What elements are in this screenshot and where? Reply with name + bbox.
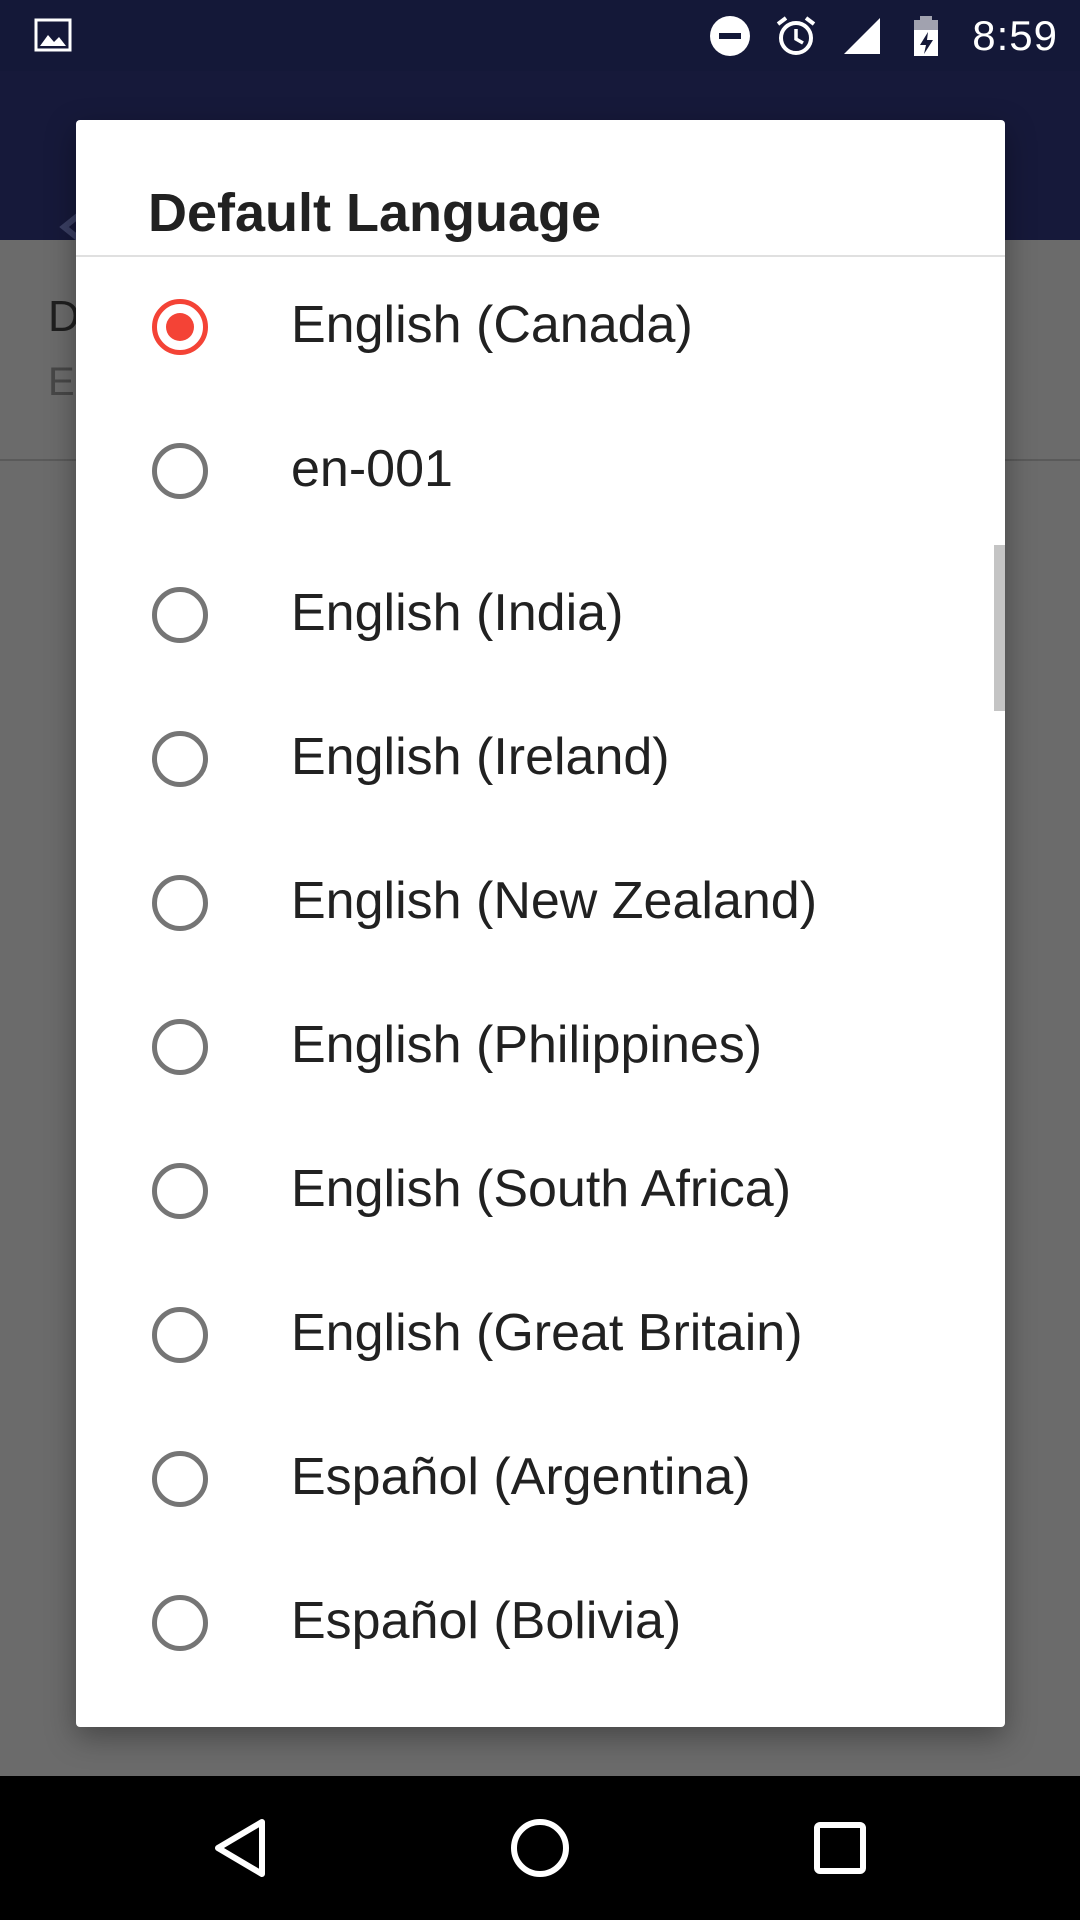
- language-option-label: English (Canada): [291, 296, 693, 354]
- language-option-label: English (Philippines): [291, 1016, 763, 1074]
- language-option[interactable]: Español (Bolivia): [76, 1553, 1005, 1697]
- language-option-label: English (South Africa): [291, 1160, 792, 1218]
- language-option-label: Español (Bolivia): [291, 1592, 682, 1650]
- signal-icon: [844, 17, 881, 54]
- radio-button[interactable]: [152, 731, 208, 787]
- language-option[interactable]: en-001: [76, 401, 1005, 545]
- back-icon: [215, 1819, 265, 1877]
- language-option[interactable]: English (Ireland): [76, 689, 1005, 833]
- nav-home-button[interactable]: [460, 1776, 620, 1920]
- language-option-label: English (New Zealand): [291, 872, 818, 930]
- radio-button[interactable]: [152, 1163, 208, 1219]
- language-option-list[interactable]: English (Canada) en-001 English (India) …: [76, 257, 1005, 1697]
- navigation-bar: [0, 1776, 1080, 1920]
- language-option[interactable]: English (India): [76, 545, 1005, 689]
- alarm-icon: [777, 15, 816, 55]
- status-icons: 8:59: [708, 0, 1058, 71]
- radio-button[interactable]: [152, 1307, 208, 1363]
- radio-button[interactable]: [152, 1451, 208, 1507]
- home-icon: [511, 1819, 569, 1877]
- language-option-label: English (Great Britain): [291, 1304, 803, 1362]
- preference-summary: E: [48, 360, 75, 404]
- language-option-label: en-001: [291, 440, 453, 498]
- language-option-label: English (Ireland): [291, 728, 670, 786]
- radio-button[interactable]: [152, 587, 208, 643]
- radio-button-checked[interactable]: [152, 299, 208, 355]
- language-dialog: Default Language English (Canada) en-001…: [76, 120, 1005, 1727]
- language-option[interactable]: Español (Argentina): [76, 1409, 1005, 1553]
- language-option-label: Español (Argentina): [291, 1448, 751, 1506]
- nav-back-button[interactable]: [160, 1776, 320, 1920]
- language-option[interactable]: English (Philippines): [76, 977, 1005, 1121]
- radio-button[interactable]: [152, 1019, 208, 1075]
- screen: 8:59 D E Default Language English (Canad…: [0, 0, 1080, 1920]
- image-icon: [34, 18, 72, 52]
- nav-recents-button[interactable]: [760, 1776, 920, 1920]
- language-option[interactable]: English (Great Britain): [76, 1265, 1005, 1409]
- language-option[interactable]: English (South Africa): [76, 1121, 1005, 1265]
- do-not-disturb-icon: [710, 15, 751, 56]
- scrollbar-thumb[interactable]: [994, 545, 1005, 711]
- language-option-label: English (India): [291, 584, 624, 642]
- status-bar: 8:59: [0, 0, 1080, 71]
- radio-button[interactable]: [152, 875, 208, 931]
- clock-time: 8:59: [972, 11, 1058, 59]
- language-option[interactable]: English (New Zealand): [76, 833, 1005, 977]
- radio-button[interactable]: [152, 1595, 208, 1651]
- dialog-title: Default Language: [148, 183, 602, 243]
- recents-icon: [814, 1822, 866, 1874]
- radio-button[interactable]: [152, 443, 208, 499]
- battery-charging-icon: [914, 15, 939, 56]
- preference-title: D: [48, 292, 80, 341]
- language-option[interactable]: English (Canada): [76, 257, 1005, 401]
